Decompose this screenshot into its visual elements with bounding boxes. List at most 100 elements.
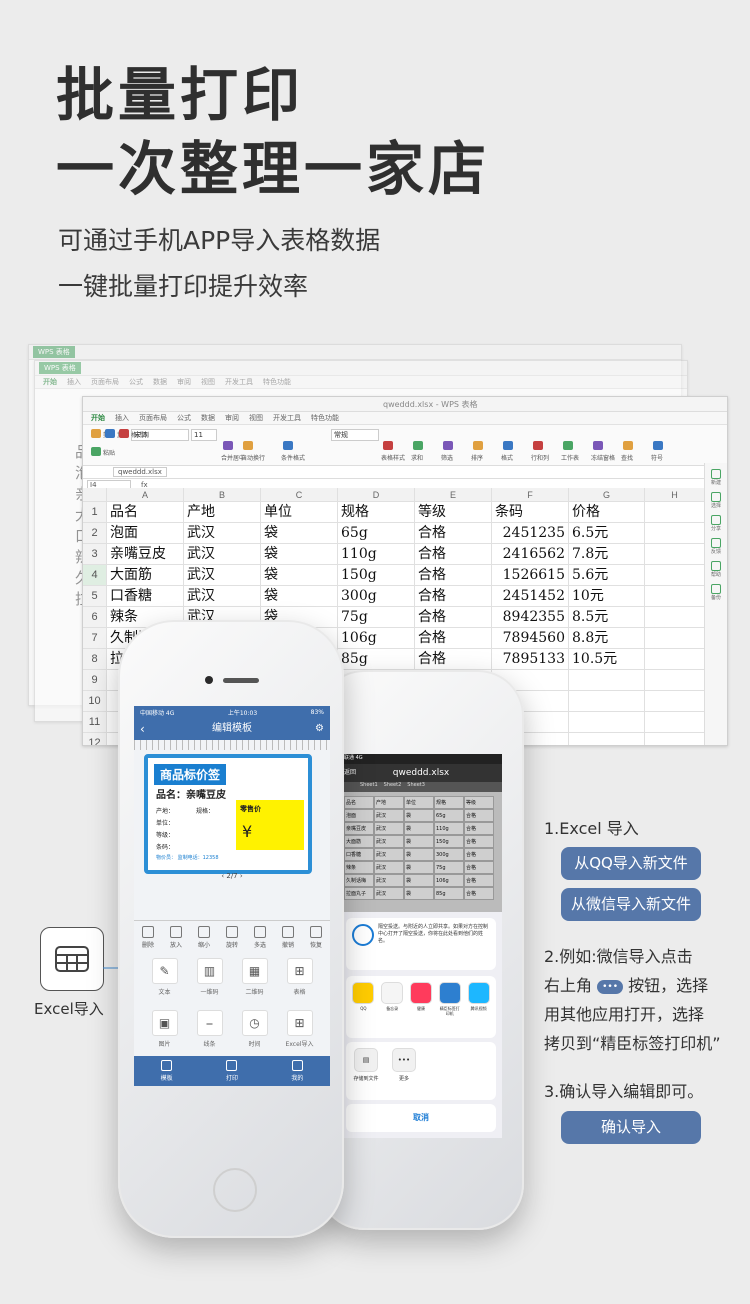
ruler [134, 740, 330, 750]
tab-2[interactable]: 我的 [291, 1060, 303, 1082]
right-grid-cell: 袋 [404, 887, 434, 900]
right-grid-cell: 品名 [344, 796, 374, 809]
tool-label: 撤销 [281, 942, 294, 949]
share-app-1[interactable]: 备忘录 [381, 982, 404, 1032]
palette-icon: ⎯ [196, 1010, 223, 1036]
tool-0[interactable]: 删除 [141, 926, 154, 949]
import-from-qq-button[interactable]: 从QQ导入新文件 [561, 847, 701, 880]
palette-icon: ⊞ [286, 958, 313, 984]
right-grid-cell: 合格 [464, 822, 494, 835]
share-app-icon [352, 982, 375, 1004]
label-product-name: 品名：亲嘴豆皮 [156, 790, 226, 801]
tab-label: 打印 [225, 1075, 238, 1082]
share-action-0[interactable]: ▤ 存储到文件 [352, 1048, 380, 1094]
tool-4[interactable]: 多选 [253, 926, 266, 949]
sheet-tab[interactable]: Sheet2 [384, 782, 402, 792]
right-grid-cell: 武汉 [374, 835, 404, 848]
tab-1[interactable]: 打印 [226, 1060, 238, 1082]
element-palette: ✎ 文本 ▥ 一维码 ▦ 二维码 ⊞ 表格 ▣ 图片 ⎯ 线条 ◷ 时间 ⊞ Excel导入 [142, 958, 322, 1048]
back-chevron-icon[interactable]: ‹ [140, 718, 145, 740]
label-field: 单位： [156, 820, 175, 827]
share-app-icon [381, 982, 404, 1004]
cancel-button[interactable]: 取消 [346, 1104, 496, 1132]
earpiece [223, 678, 259, 683]
palette-label: 二维码 [245, 989, 264, 996]
share-app-icon [438, 982, 461, 1004]
right-nav-bar: 返回 qweddd.xlsx [340, 764, 502, 782]
right-grid-cell: 规格 [434, 796, 464, 809]
palette-icon: ▥ [196, 958, 223, 984]
step-2-line4: 拷贝到“精臣标签打印机” [544, 1034, 721, 1053]
import-from-wechat-button[interactable]: 从微信导入新文件 [561, 888, 701, 921]
phone-right-screen: 联通 4G 返回 qweddd.xlsx Sheet1 Sheet2 Sheet3 … [340, 754, 502, 1138]
home-button[interactable] [213, 1168, 257, 1212]
palette-item-4[interactable]: ▣ 图片 [142, 1010, 187, 1048]
tool-6[interactable]: 恢复 [309, 926, 322, 949]
palette-item-1[interactable]: ▥ 一维码 [187, 958, 232, 996]
palette-item-5[interactable]: ⎯ 线条 [187, 1010, 232, 1048]
tool-label: 多选 [253, 942, 266, 949]
palette-icon: ⊞ [286, 1010, 313, 1036]
share-app-0[interactable]: QQ [352, 982, 375, 1032]
right-grid-cell: 袋 [404, 874, 434, 887]
right-grid-cell: 袋 [404, 861, 434, 874]
share-app-icon [467, 982, 490, 1004]
right-grid-cell: 拉面丸子 [344, 887, 374, 900]
share-app-3[interactable]: 精臣标签打印机 [438, 982, 461, 1032]
share-action-icon: ••• [392, 1048, 416, 1072]
back-button[interactable]: 返回 [344, 764, 356, 782]
share-app-label: 精臣标签打印机 [439, 1006, 460, 1016]
right-grid-cell: 武汉 [374, 861, 404, 874]
right-grid-cell: 合格 [464, 887, 494, 900]
right-grid-cell: 合格 [464, 809, 494, 822]
tool-5[interactable]: 撤销 [281, 926, 294, 949]
right-grid-cell: 合格 [464, 861, 494, 874]
palette-item-3[interactable]: ⊞ 表格 [277, 958, 322, 996]
label-field: 规格： [196, 808, 215, 815]
right-grid-cell: 300g [434, 848, 464, 861]
divider [134, 920, 330, 921]
bottom-tab-bar: 模板 打印 我的 [134, 1056, 330, 1086]
price-label-canvas[interactable]: 商品标价签 品名：亲嘴豆皮 产地： 规格： 单位： 等级： 条码： 零售价 ¥ 物价员：… [144, 754, 312, 874]
page-number: 2/7 [226, 872, 238, 880]
palette-item-0[interactable]: ✎ 文本 [142, 958, 187, 996]
confirm-import-button[interactable]: 确认导入 [561, 1111, 701, 1144]
right-grid-cell: 武汉 [374, 887, 404, 900]
palette-icon: ▣ [151, 1010, 178, 1036]
tab-0[interactable]: 模板 [161, 1060, 173, 1082]
tool-2[interactable]: 缩小 [197, 926, 210, 949]
tool-label: 恢复 [309, 942, 322, 949]
palette-item-6[interactable]: ◷ 时间 [232, 1010, 277, 1048]
sheet-tab[interactable]: Sheet3 [407, 782, 425, 792]
share-app-label: 备忘录 [386, 1006, 399, 1011]
palette-item-2[interactable]: ▦ 二维码 [232, 958, 277, 996]
step-2-line3: 用其他应用打开，选择 [544, 1005, 705, 1024]
label-field: 产地： [156, 808, 175, 815]
palette-label: Excel导入 [285, 1041, 314, 1048]
step-2-line2b: 按钮，选择 [628, 976, 709, 995]
sheet-tabs: Sheet1 Sheet2 Sheet3 [340, 782, 502, 792]
share-action-1[interactable]: ••• 更多 [390, 1048, 418, 1094]
tool-icon [309, 926, 322, 938]
tool-icon [141, 926, 154, 938]
palette-label: 表格 [293, 989, 306, 996]
share-app-2[interactable]: 健康 [409, 982, 433, 1032]
right-grid-cell: 武汉 [374, 874, 404, 887]
share-action-icon: ▤ [354, 1048, 378, 1072]
share-app-4[interactable]: 腾讯视频 [467, 982, 490, 1032]
tool-1[interactable]: 放入 [169, 926, 182, 949]
right-grid-cell: 110g [434, 822, 464, 835]
battery-text: 83% [310, 708, 324, 716]
palette-item-7[interactable]: ⊞ Excel导入 [277, 1010, 322, 1048]
settings-gear-icon[interactable]: ⚙ [315, 718, 324, 740]
front-camera [205, 676, 213, 684]
page-indicator: ‹ 2/7 › [221, 872, 243, 880]
tool-3[interactable]: 旋转 [225, 926, 238, 949]
tab-label: 我的 [291, 1075, 304, 1082]
right-grid-cell: 久制话梅 [344, 874, 374, 887]
sheet-tab[interactable]: Sheet1 [360, 782, 378, 792]
edit-toolbar: 删除 放入 缩小 旋转 多选 撤销 恢复 [134, 926, 330, 949]
step-2-line1: 2.例如:微信导入点击 [544, 947, 693, 966]
right-grid-cell: 合格 [464, 848, 494, 861]
step-3-text: 3.确认导入编辑即可。 [544, 1082, 704, 1101]
